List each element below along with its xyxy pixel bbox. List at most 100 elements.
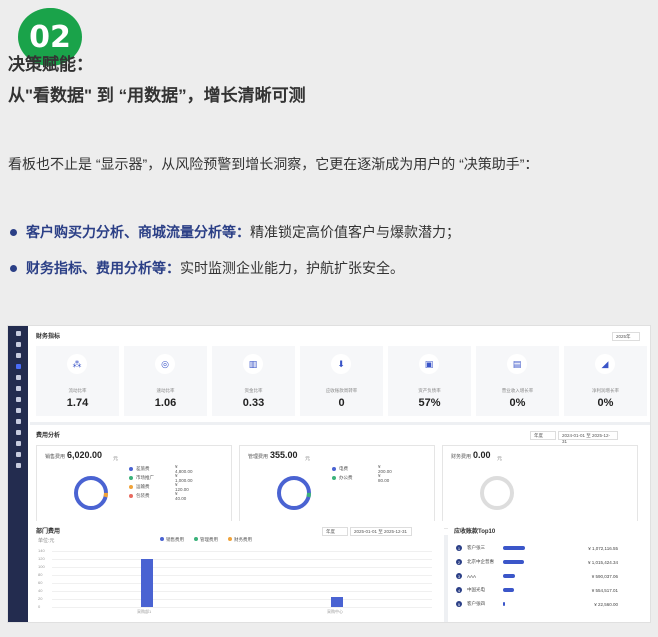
range-type-select[interactable]: 年度 (530, 431, 556, 440)
arrow-down-icon: ⬇ (331, 354, 351, 374)
legend-item: 办公费 ¥ 80.00 (332, 473, 389, 483)
year-select[interactable]: 2025年 (612, 332, 640, 341)
dashboard-screenshot: 财务指标 2025年 ⁂ 流动比率 1.74 ◎ 速动比率 1.06 ▥ 资金比率 0.33 ⬇ 应… (8, 326, 650, 622)
rank-amount: ¥ 554,517.01 (591, 587, 618, 593)
rank-number: 1 (456, 545, 462, 551)
intro-paragraph: 看板也不止是 “显示器”，从风险预警到增长洞察，它更在逐渐成为用户的 “决策助手… (8, 156, 539, 172)
document-icon[interactable] (15, 386, 21, 391)
donut-chart (480, 476, 514, 510)
ring-icon: ◎ (155, 354, 175, 374)
gridline (52, 591, 432, 592)
rank-bar (503, 546, 525, 550)
kpi-value: 1.74 (66, 397, 89, 409)
legend-item: 电费 ¥ 200.00 (332, 464, 392, 474)
kpi-value: 1.06 (154, 397, 177, 409)
report-icon[interactable] (15, 430, 21, 435)
gridline (52, 607, 432, 608)
sidebar-nav (8, 326, 28, 622)
ranking-row: 2 北京中企普惠 ¥ 1,015,424.34 (456, 557, 626, 567)
kpi-label: 应收账款周转率 (325, 388, 358, 393)
bullet-item: 财务指标、费用分析等： 实时监测企业能力，护航扩张安全。 (8, 258, 404, 278)
legend-label: 电费 (339, 465, 348, 471)
rank-number: 4 (456, 587, 462, 593)
rank-bar (503, 588, 515, 592)
rank-bar (503, 560, 524, 564)
expense-card-unit: 元 (497, 456, 503, 462)
home-icon[interactable] (15, 342, 21, 347)
folder-icon[interactable] (15, 408, 21, 413)
trend-icon: ◢ (595, 354, 615, 374)
rank-number: 2 (456, 559, 462, 565)
legend-label: 差旅费 (136, 465, 150, 471)
kpi-card: ◎ 速动比率 1.06 (124, 346, 207, 416)
donut-ring (480, 476, 514, 510)
expense-panel: 费用分析 年度 2024-01-01 至 2025-12-31 销售费用 6,02… (30, 425, 650, 535)
bullet-text: 实时监测企业能力，护航扩张安全。 (180, 260, 404, 276)
expense-card: 管理费用 355.00 元电费 ¥ 200.00 办公费 ¥ 80.00 (239, 445, 435, 529)
donut-ring (74, 476, 108, 510)
expense-card-unit: 元 (113, 456, 119, 462)
y-tick-label: 100 (38, 564, 45, 569)
ranking-row: 3 AAA ¥ 590,037.06 (456, 571, 626, 581)
y-tick-label: 60 (38, 580, 43, 585)
section-subheading: 从"看数据" 到 “用数据”，增长清晰可测 (8, 86, 306, 105)
ranking-panel: 应收账款Top10 1 客户张三 ¥ 1,072,116.55 2 北京中企普惠 ¥ 1,… (448, 521, 650, 622)
date-range-picker[interactable]: 2024-01-01 至 2025-12-31 (558, 431, 618, 444)
x-tick-label: 采购中心 (327, 609, 343, 614)
bullet-text: 精准锁定高价值客户与爆款潜力； (250, 224, 460, 240)
grid-icon[interactable] (15, 397, 21, 402)
chart-icon[interactable] (15, 364, 21, 369)
dashboard-main: 财务指标 2025年 ⁂ 流动比率 1.74 ◎ 速动比率 1.06 ▥ 资金比率 0.33 ⬇ 应… (30, 326, 650, 622)
kpi-value: 57% (418, 397, 441, 409)
expense-card-title: 财务费用 (451, 454, 472, 460)
legend-item: 运输费 ¥ 120.00 (129, 482, 189, 492)
user-icon[interactable] (15, 419, 21, 424)
expense-card: 销售费用 6,020.00 元差旅费 ¥ 4,800.00 市场推广 ¥ 1,000.00… (36, 445, 232, 529)
legend-dot-icon (129, 493, 133, 498)
settings-icon[interactable] (15, 452, 21, 457)
list-icon[interactable] (15, 375, 21, 380)
legend-item: 差旅费 ¥ 4,800.00 (129, 464, 193, 474)
kpi-value: 0% (509, 397, 526, 409)
legend-label: 办公费 (339, 474, 353, 480)
bullet-strong: 财务指标、费用分析等： (26, 260, 180, 276)
legend-item: 包装费 ¥ 40.00 (129, 491, 186, 501)
bullet-dot-icon (10, 228, 17, 236)
legend-dot-icon (332, 466, 336, 471)
finance-title: 财务指标 (36, 334, 61, 340)
donut-chart (74, 476, 108, 510)
expense-title: 费用分析 (36, 433, 61, 439)
kpi-card: ▣ 资产负债率 57% (388, 346, 471, 416)
bullet-strong: 客户购买力分析、商城流量分析等： (26, 224, 250, 240)
bullet-dot-icon (10, 264, 17, 272)
x-tick-label: 采购部1 (137, 609, 152, 614)
gridline (52, 599, 432, 600)
bar-chart-icon: ▥ (243, 354, 263, 374)
rank-amount: ¥ 22,560.00 (594, 601, 618, 607)
kpi-card: ▥ 资金比率 0.33 (212, 346, 295, 416)
kpi-value: 0 (338, 397, 345, 409)
trend-icon[interactable] (15, 441, 21, 446)
rank-bar (503, 574, 516, 578)
rank-name: 中国光电 (467, 587, 485, 592)
dept-bar-chart: 140 120 100 80 60 40 20 0 采购部1 采购中心 (30, 521, 444, 622)
legend-label: 运输费 (136, 483, 150, 489)
expense-card-value: 355.00 (270, 450, 298, 460)
legend-dot-icon (129, 466, 133, 471)
chart-bar (331, 597, 343, 607)
y-tick-label: 140 (38, 548, 45, 553)
expense-card-unit: 元 (305, 456, 311, 462)
kpi-label: 资金比率 (244, 388, 263, 393)
rank-amount: ¥ 1,072,116.55 (588, 545, 618, 551)
kpi-label: 净利润增长率 (592, 388, 619, 393)
table-icon[interactable] (15, 463, 21, 468)
ranking-row: 5 客户张四 ¥ 22,560.00 (456, 599, 626, 609)
kpi-card: ⁂ 流动比率 1.74 (36, 346, 119, 416)
kpi-card: ◢ 净利润增长率 0% (564, 346, 647, 416)
chart-bar (141, 559, 153, 607)
gridline (52, 567, 432, 568)
ranking-row: 4 中国光电 ¥ 554,517.01 (456, 585, 626, 595)
rank-bar (503, 602, 505, 606)
filter-icon[interactable] (15, 353, 21, 358)
kpi-label: 资产负债率 (418, 388, 441, 393)
